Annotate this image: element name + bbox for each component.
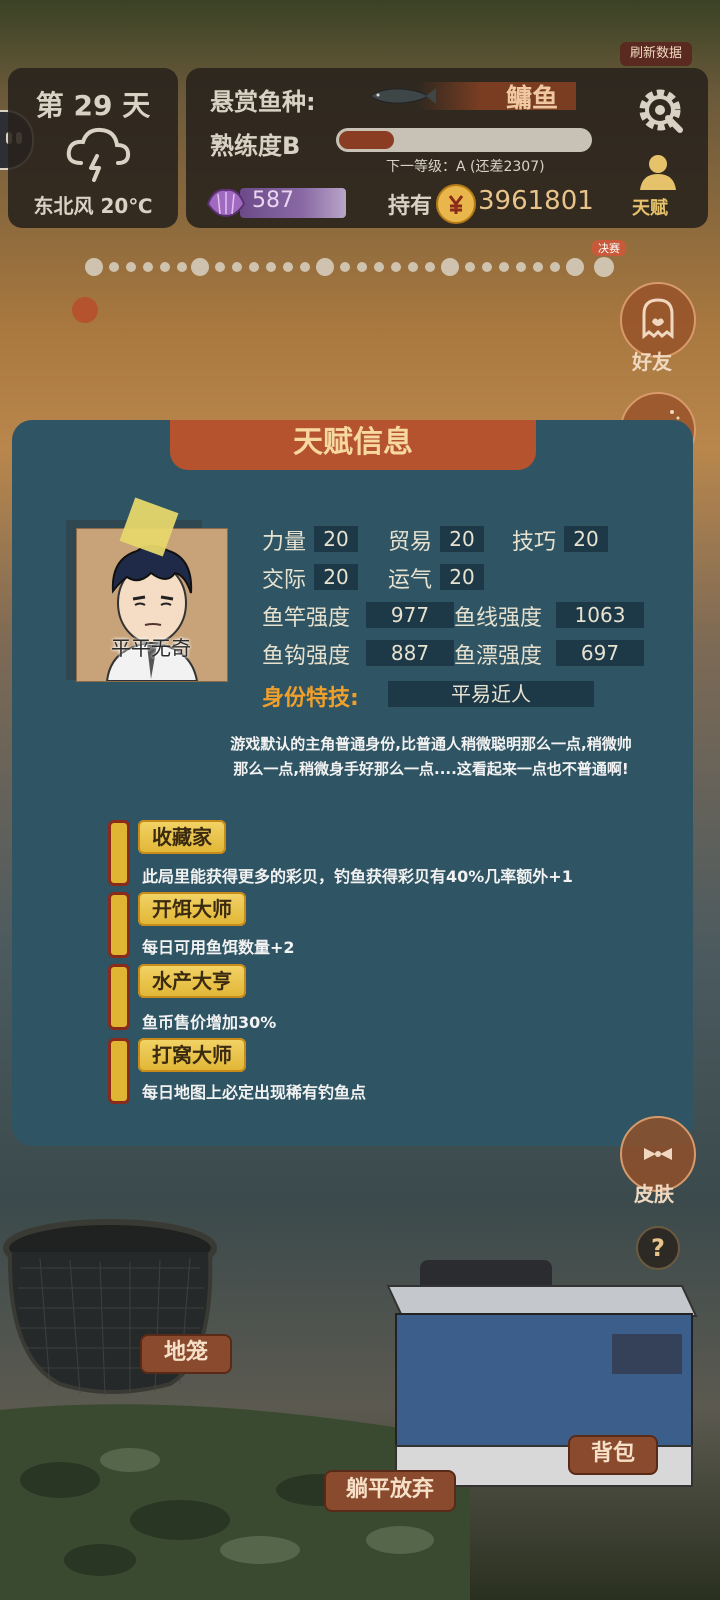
hook-strength-value: 887 [366, 640, 454, 666]
thunderstorm-icon [66, 127, 131, 182]
talent-marker [108, 964, 130, 1030]
stat-strength-value: 20 [314, 526, 358, 552]
cage-button[interactable]: 地笼 [140, 1334, 232, 1374]
current-day-marker [72, 297, 98, 323]
talent-name: 收藏家 [138, 820, 226, 854]
stat-skill-value: 20 [564, 526, 608, 552]
description-line: 游戏默认的主角普通身份,比普通人稍微聪明那么一点,稍微帅 [230, 735, 632, 753]
identity-description: 游戏默认的主角普通身份,比普通人稍微聪明那么一点,稍微帅 那么一点,稍微身手好那… [216, 732, 646, 782]
talent-description: 此局里能获得更多的彩贝，钓鱼获得彩贝有40%几率额外+1 [142, 867, 573, 886]
talent-name: 打窝大师 [138, 1038, 246, 1072]
stat-luck-label: 运气 [388, 568, 433, 593]
float-strength-label: 鱼漂强度 [454, 644, 543, 669]
talent-description: 每日可用鱼饵数量+2 [142, 938, 295, 957]
float-strength-value: 697 [556, 640, 644, 666]
stat-strength-label: 力量 [262, 530, 307, 555]
bounty-fish-name: 鳙鱼 [506, 84, 559, 114]
skin-label[interactable]: 皮肤 [634, 1178, 674, 1207]
backpack-button[interactable]: 背包 [568, 1435, 658, 1475]
talent-description: 鱼币售价增加30% [142, 1013, 277, 1032]
portrait-name: 平平无奇 [111, 636, 191, 660]
refresh-data-button[interactable]: 刷新数据 [620, 42, 692, 66]
friend-label[interactable]: 好友 [632, 346, 672, 375]
talent-name: 水产大亨 [138, 964, 246, 998]
talent-description: 每日地图上必定出现稀有钓鱼点 [142, 1083, 367, 1102]
modal-title: 天赋信息 [170, 420, 536, 470]
talent-button[interactable]: 天赋 [632, 194, 668, 220]
day-progress-track [85, 257, 614, 277]
day-weather-panel: 第 29 天 东北风 20℃ [8, 68, 178, 228]
stat-trade-label: 贸易 [388, 530, 433, 555]
talent-marker [108, 1038, 130, 1104]
description-line: 那么一点,稍微身手好那么一点....这看起来一点也不普通啊! [233, 760, 629, 778]
hold-label: 持有 [388, 194, 433, 219]
identity-skill-value: 平易近人 [388, 681, 594, 707]
rod-strength-label: 鱼竿强度 [262, 606, 351, 631]
line-strength-value: 1063 [556, 602, 644, 628]
proficiency-fill [339, 131, 394, 149]
identity-skill-label: 身份特技: [262, 686, 359, 711]
proficiency-label: 熟练度B [210, 132, 301, 160]
fish-coin-icon [436, 184, 476, 224]
talent-marker [108, 892, 130, 958]
day-counter: 第 29 天 [35, 89, 151, 122]
stat-social-value: 20 [314, 564, 358, 590]
shell-gem-icon [206, 188, 246, 218]
talent-name: 开饵大师 [138, 892, 246, 926]
person-icon[interactable] [638, 154, 678, 190]
stat-social-label: 交际 [262, 568, 307, 593]
stat-trade-value: 20 [440, 526, 484, 552]
rod-strength-value: 977 [366, 602, 454, 628]
hook-strength-label: 鱼钩强度 [262, 644, 351, 669]
final-tag: 决赛 [592, 240, 626, 256]
gear-icon[interactable] [634, 84, 686, 136]
next-level-text: 下一等级：A (还差2307) [386, 159, 545, 175]
proficiency-bar [336, 128, 592, 152]
bounty-label: 悬赏鱼种: [210, 88, 316, 116]
stat-luck-value: 20 [440, 564, 484, 590]
wind-temperature: 东北风 20℃ [33, 194, 153, 218]
stat-skill-label: 技巧 [512, 530, 557, 555]
fish-icon [369, 88, 436, 104]
coin-count: 3961801 [478, 186, 594, 216]
give-up-button[interactable]: 躺平放弃 [324, 1470, 456, 1512]
status-panel: 悬赏鱼种: 鳙鱼 熟练度B 下一等级：A (还差2307) 587 持有 396… [186, 68, 708, 228]
gem-count: 587 [252, 188, 294, 213]
line-strength-label: 鱼线强度 [454, 606, 543, 631]
talent-marker [108, 820, 130, 886]
